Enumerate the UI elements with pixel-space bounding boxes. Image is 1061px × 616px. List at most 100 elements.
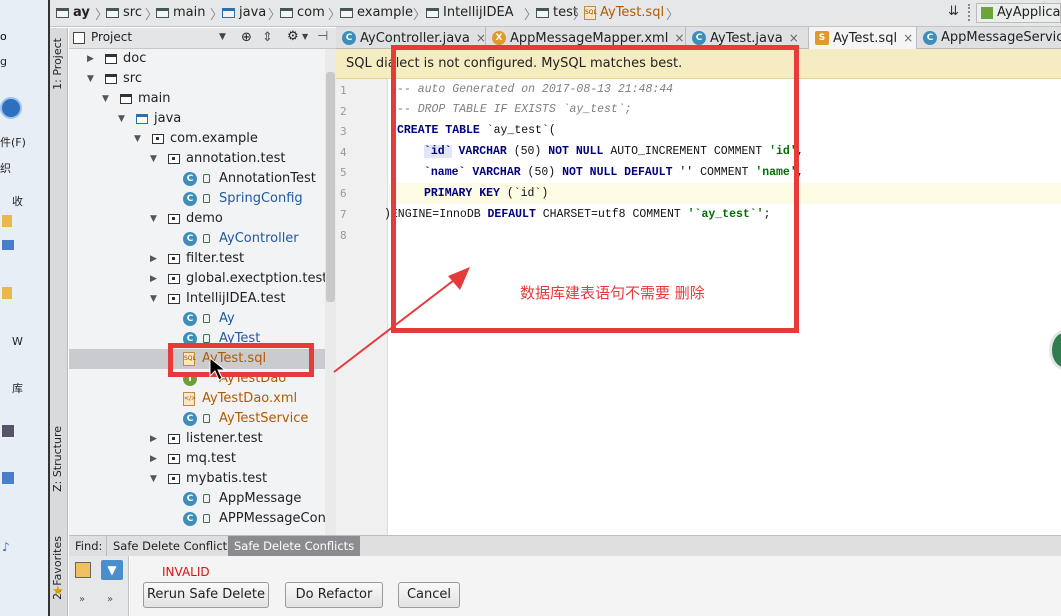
close-icon[interactable]: × xyxy=(674,31,684,45)
breadcrumb-item[interactable]: IntellijIDEA xyxy=(426,5,514,20)
breadcrumb-item[interactable]: example xyxy=(340,5,413,20)
tree-item-aytestdao-xml[interactable]: </> AyTestDao.xml xyxy=(69,389,336,409)
desktop-item-w[interactable]: W xyxy=(12,335,23,348)
desktop-glyph: g xyxy=(0,55,7,68)
tree-item-label: filter.test xyxy=(186,251,245,266)
expand-arrow-icon[interactable]: ▶ xyxy=(150,249,157,269)
toolbar-separator xyxy=(968,4,974,21)
tree-item-ay[interactable]: C Ay xyxy=(69,309,336,329)
tree-item-springconfig[interactable]: C SpringConfig xyxy=(69,189,336,209)
breadcrumb-label: AyTest.sql xyxy=(600,5,665,20)
structure-tool-button[interactable]: Z: Structure xyxy=(51,426,64,492)
package-icon xyxy=(168,434,180,444)
collapse-arrow-icon[interactable]: ▼ xyxy=(87,69,94,89)
lock-icon xyxy=(203,234,210,243)
tree-item-intellijidea-test[interactable]: ▼ IntellijIDEA.test xyxy=(69,289,336,309)
tree-item-java[interactable]: ▼ java xyxy=(69,109,336,129)
tree-item-filter-test[interactable]: ▶ filter.test xyxy=(69,249,336,269)
collapse-all-icon[interactable]: ⇕ xyxy=(262,30,273,45)
tree-item-mq-test[interactable]: ▶ mq.test xyxy=(69,449,336,469)
tree-item-label: AyController xyxy=(219,231,299,246)
expand-more-icon[interactable]: » xyxy=(107,594,113,605)
tree-item-label: mq.test xyxy=(186,451,237,466)
expand-arrow-icon[interactable]: ▶ xyxy=(150,429,157,449)
tree-item-demo[interactable]: ▼ demo xyxy=(69,209,336,229)
tree-item-global-exectption-test[interactable]: ▶ global.exectption.test xyxy=(69,269,336,289)
do-refactor-button[interactable]: Do Refactor xyxy=(285,582,383,608)
project-tool-button[interactable]: 1: Project xyxy=(51,38,64,90)
folder-icon xyxy=(56,7,69,18)
expand-arrow-icon[interactable]: ▶ xyxy=(150,449,157,469)
tree-item-doc[interactable]: ▶ doc xyxy=(69,49,336,69)
collapse-arrow-icon[interactable]: ▼ xyxy=(150,149,157,169)
preview-icon[interactable] xyxy=(75,562,91,578)
sync-icon[interactable]: ⊕ xyxy=(241,30,252,45)
lock-icon xyxy=(203,174,210,183)
tree-item-label: Ay xyxy=(219,311,235,326)
breadcrumb-item[interactable]: SQL AyTest.sql xyxy=(584,5,664,20)
class-icon: C xyxy=(342,31,356,45)
tab-aytest-sql-active[interactable]: S AyTest.sql × xyxy=(809,27,917,49)
tree-item-appmessagecontro[interactable]: C APPMessageContro xyxy=(69,509,336,529)
tab-safe-delete-conflicts-active[interactable]: Safe Delete Conflicts xyxy=(228,536,361,557)
collapse-arrow-icon[interactable]: ▼ xyxy=(150,289,157,309)
expand-arrow-icon[interactable]: ▶ xyxy=(150,269,157,289)
tree-item-aycontroller[interactable]: C AyController xyxy=(69,229,336,249)
dropdown-arrow-icon[interactable]: ▼ xyxy=(302,32,308,41)
breadcrumb-item[interactable]: test xyxy=(536,5,578,20)
filter-icon[interactable]: ▼ xyxy=(101,560,123,580)
breadcrumb-item[interactable]: ay xyxy=(56,5,90,20)
close-icon[interactable]: × xyxy=(903,31,913,45)
run-config-selector[interactable]: AyApplicat xyxy=(976,3,1061,23)
run-config-label: AyApplicat xyxy=(997,5,1061,20)
tab-appmessageservice[interactable]: C AppMessageServic xyxy=(917,27,1061,49)
breadcrumb-item[interactable]: src xyxy=(106,5,142,20)
expand-arrow-icon[interactable]: ▶ xyxy=(87,49,94,69)
tree-item-label: IntellijIDEA.test xyxy=(186,291,286,306)
tab-label: AyTest.sql xyxy=(833,31,898,46)
tree-item-listener-test[interactable]: ▶ listener.test xyxy=(69,429,336,449)
breadcrumb-item[interactable]: java xyxy=(222,5,266,20)
tree-item-appmessage[interactable]: C AppMessage xyxy=(69,489,336,509)
folder-icon xyxy=(2,287,12,299)
collapse-arrow-icon[interactable]: ▼ xyxy=(150,209,157,229)
desktop-menu-organize[interactable]: 织 xyxy=(0,160,11,176)
collapse-arrow-icon[interactable]: ▼ xyxy=(102,89,109,109)
close-icon[interactable]: × xyxy=(789,31,799,45)
desktop-menu-file[interactable]: 件(F) xyxy=(0,134,26,150)
tree-item-label: AyTestDao.xml xyxy=(202,391,298,406)
tab-safe-delete-conflicts[interactable]: Safe Delete Conflicts xyxy=(106,536,239,557)
film-icon xyxy=(2,425,14,437)
line-number: 5 xyxy=(340,166,347,179)
tab-label: AppMessageMapper.xml xyxy=(510,31,669,46)
tree-item-main[interactable]: ▼ main xyxy=(69,89,336,109)
tree-item-mybatis-test[interactable]: ▼ mybatis.test xyxy=(69,469,336,489)
collapse-arrow-icon[interactable]: ▼ xyxy=(118,109,125,129)
collapse-arrow-icon[interactable]: ▼ xyxy=(150,469,157,489)
tree-item-com-example[interactable]: ▼ com.example xyxy=(69,129,336,149)
project-panel-title[interactable]: Project xyxy=(91,30,132,44)
expand-more-icon[interactable]: » xyxy=(79,594,85,605)
tree-item-annotationtest[interactable]: C AnnotationTest xyxy=(69,169,336,189)
tree-item-aytestservice[interactable]: C AyTestService xyxy=(69,409,336,429)
package-icon xyxy=(168,154,180,164)
back-arrow-icon[interactable] xyxy=(0,97,22,119)
tree-item-src[interactable]: ▼ src xyxy=(69,69,336,89)
collapse-arrow-icon[interactable]: ▼ xyxy=(134,129,141,149)
breadcrumb-item[interactable]: com xyxy=(280,5,325,20)
ide-window: o g 件(F) 织 收 W 库 ♪ ay 〉 src 〉 main 〉 jav… xyxy=(0,0,1061,616)
rerun-safe-delete-button[interactable]: Rerun Safe Delete xyxy=(143,582,269,608)
dropdown-arrow-icon[interactable]: ▼ xyxy=(219,32,226,42)
lock-icon xyxy=(203,514,210,523)
desktop-favorites[interactable]: 收 xyxy=(12,193,23,209)
hide-panel-icon[interactable]: ⊣ xyxy=(317,29,328,44)
find-tool-window-bar: Find: Safe Delete Conflicts Safe Delete … xyxy=(69,535,1061,557)
folder-icon xyxy=(105,74,117,84)
download-arrow-icon[interactable]: ⇊ xyxy=(948,4,959,19)
cancel-button[interactable]: Cancel xyxy=(398,582,460,608)
gear-icon[interactable]: ⚙ xyxy=(287,29,299,44)
tree-item-annotation-test[interactable]: ▼ annotation.test xyxy=(69,149,336,169)
breadcrumb-item[interactable]: main xyxy=(156,5,205,20)
close-icon[interactable]: × xyxy=(476,31,486,45)
desktop-library[interactable]: 库 xyxy=(12,380,23,396)
